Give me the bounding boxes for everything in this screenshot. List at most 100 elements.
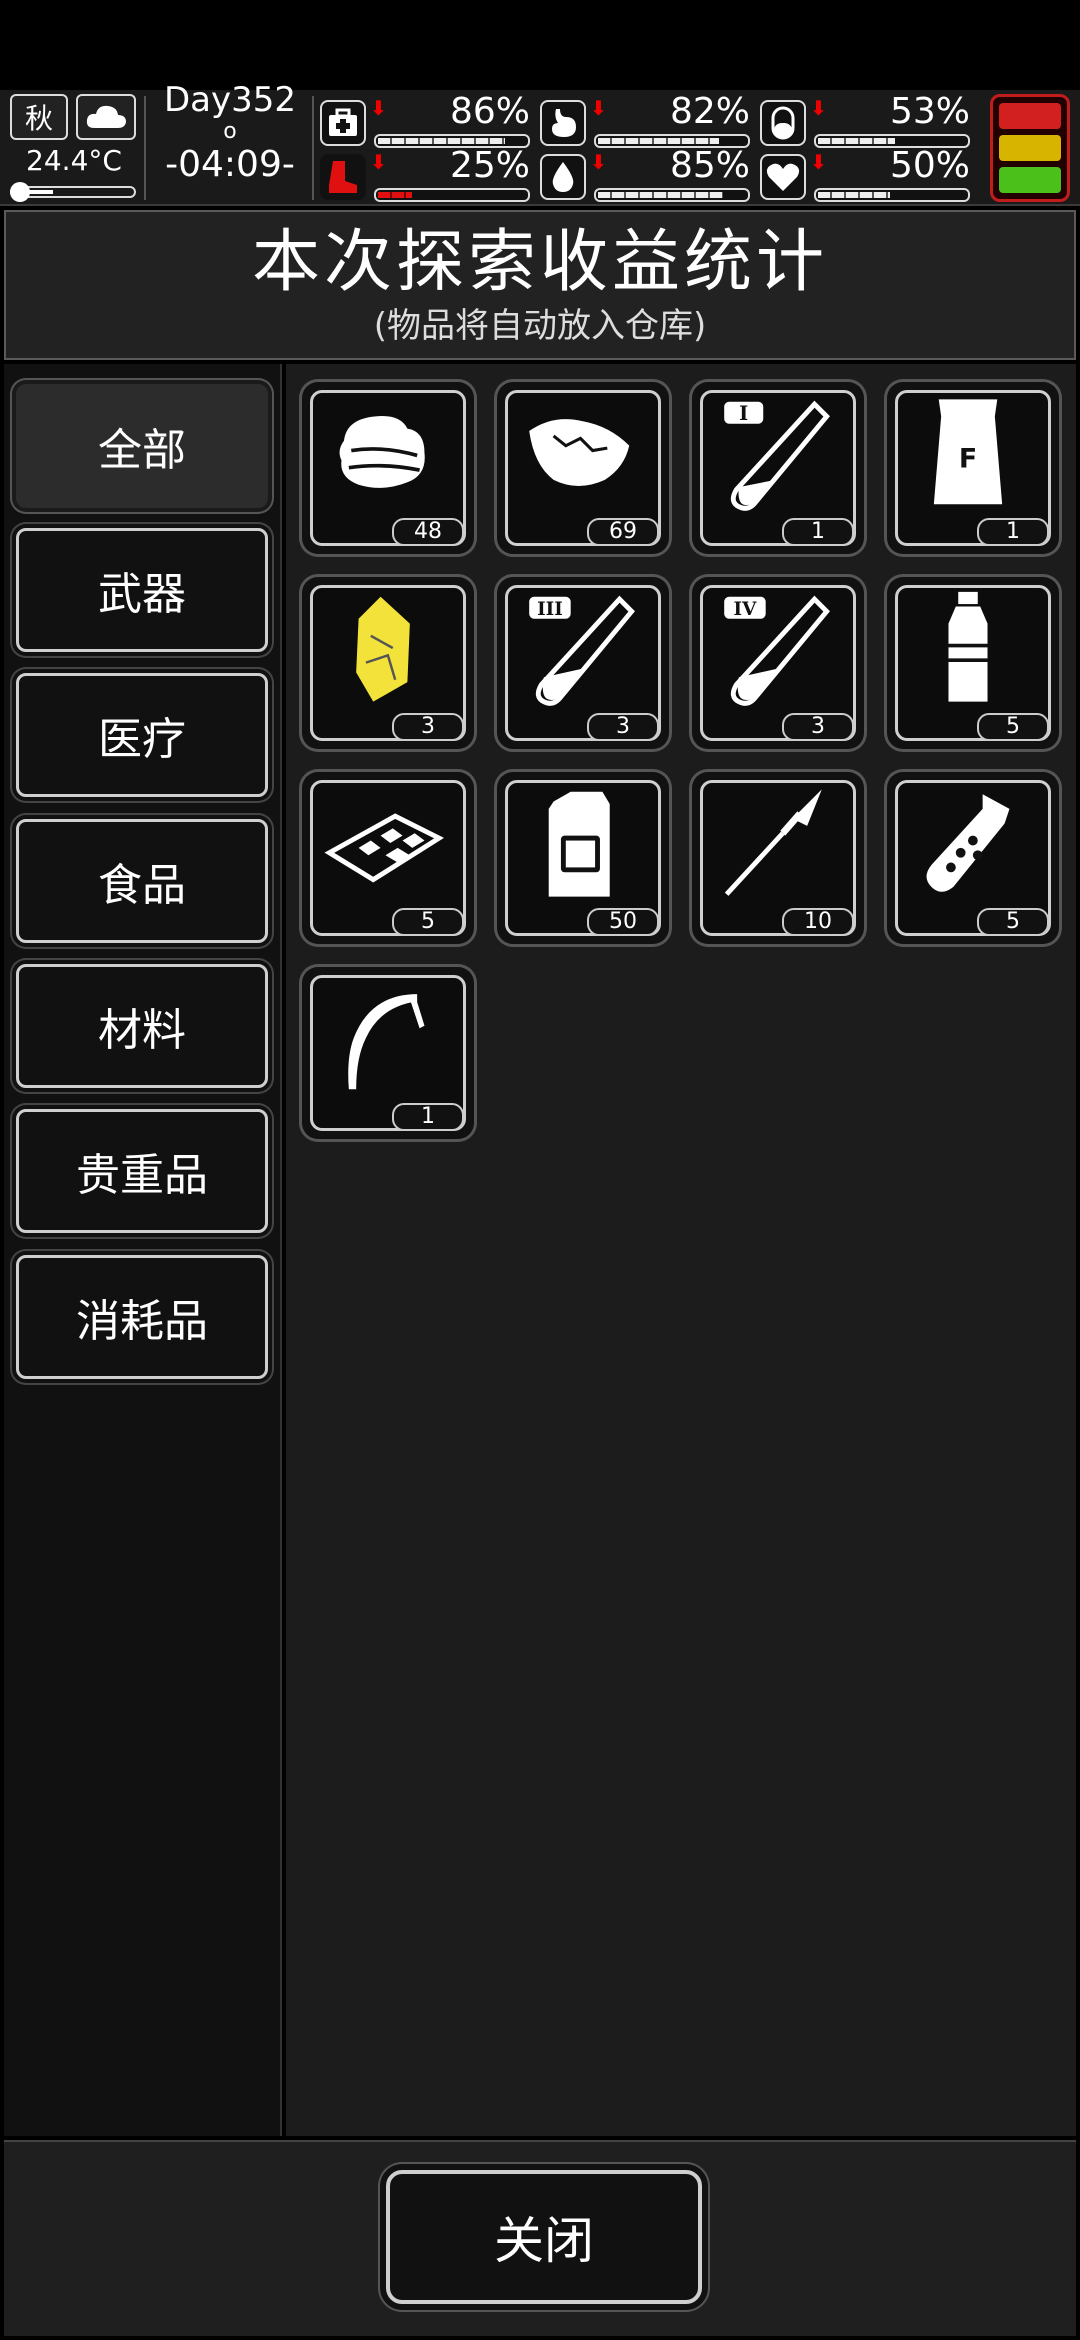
item-count: 5 [977,908,1049,936]
close-button-label: 关闭 [494,2212,594,2270]
item-slot-potion-iv[interactable]: IV 3 [692,577,864,749]
item-slot-spear[interactable]: 10 [692,772,864,944]
test-tube-i-icon: I [724,400,830,511]
item-count: 5 [977,713,1049,741]
item-slot-cloth[interactable]: 48 [302,382,474,554]
health-value: 86% [449,91,530,132]
battery-indicator [990,94,1070,202]
health-bar-fill [378,138,505,144]
fertilizer-bag-icon: F [933,399,1003,505]
footer-bar: 关闭 [4,2140,1076,2336]
stomach-icon [540,100,586,146]
mood-value: 50% [889,145,970,186]
stat-stamina: ⬇ 25% [320,146,530,202]
close-button[interactable]: 关闭 [386,2170,702,2304]
mood-bar-fill [818,192,890,198]
trend-down-icon: ⬇ [370,150,387,174]
water-bottle-icon [948,591,988,702]
category-label: 材料 [98,1005,186,1056]
hunger-value: 82% [669,91,750,132]
medkit-icon [320,100,366,146]
item-count: 69 [587,518,659,546]
item-count: 10 [782,908,854,936]
trend-down-icon: ⬇ [590,150,607,174]
day-counter: Day352 [163,80,297,120]
test-tube-iv-icon: IV [724,595,830,706]
category-label: 武器 [98,569,186,620]
energy-bar-fill [818,138,895,144]
trend-down-icon: ⬇ [810,96,827,120]
temperature-gauge [10,182,136,202]
svg-text:III: III [537,599,563,620]
game-clock: -04:09- [165,144,295,185]
item-slot-sickle[interactable]: 1 [302,967,474,1139]
item-slot-fuel-canister[interactable]: 50 [497,772,669,944]
stat-health: ⬇ 86% [320,92,530,148]
sun-position-marker: o [223,119,237,144]
season-label: 秋 [24,102,53,135]
heart-icon [760,154,806,200]
item-slot-gold-ore[interactable]: 3 [302,577,474,749]
svg-text:F: F [959,444,977,475]
category-sidebar: 全部 武器 医疗 食品 材料 贵重品 消耗品 [4,364,282,2136]
item-count: 48 [392,518,464,546]
status-bar: 秋 24.4°C Day352 o -04:09- ⬇ 86% ⬇ 82% ⬇ … [0,80,1080,206]
svg-text:IV: IV [734,599,758,620]
item-slot-scrap-tray[interactable]: 5 [302,772,474,944]
fuel-canister-icon [548,791,610,897]
stamina-bar-fill [378,192,412,198]
trend-down-icon: ⬇ [370,96,387,120]
boot-icon [320,154,366,200]
stamina-value: 25% [449,145,530,186]
item-slot-potion-i[interactable]: I 1 [692,382,864,554]
stat-mood: ⬇ 50% [760,146,970,202]
spear-icon [724,789,822,896]
item-slot-water-bottle[interactable]: 5 [887,577,1059,749]
trend-down-icon: ⬇ [810,150,827,174]
item-slot-potion-iii[interactable]: III 3 [497,577,669,749]
stat-hunger: ⬇ 82% [540,92,750,148]
pill-icon [760,100,806,146]
page-title: 本次探索收益统计 [251,223,828,302]
svg-text:I: I [739,402,748,425]
scrap-tray-icon [324,813,444,883]
leather-scrap-icon [529,419,630,486]
category-consumables-tab[interactable]: 消耗品 [16,1255,268,1379]
day-clock: Day352 o -04:09- [150,80,310,186]
cloth-icon [339,416,425,488]
category-weapons-tab[interactable]: 武器 [16,528,268,652]
item-grid: 48 69 I 1 F 1 3 III 3 IV 3 5 5 50 10 5 1 [286,364,1076,2136]
category-materials-tab[interactable]: 材料 [16,964,268,1088]
item-slot-leather[interactable]: 69 [497,382,669,554]
battery-cell-red [999,103,1061,129]
item-count: 1 [392,1103,464,1131]
category-label: 食品 [98,860,186,911]
item-count: 5 [392,908,464,936]
item-count: 3 [587,713,659,741]
item-slot-fertilizer[interactable]: F 1 [887,382,1059,554]
water-drop-icon [540,154,586,200]
energy-value: 53% [889,91,970,132]
test-tube-iii-icon: III [529,595,635,706]
battery-cell-green [999,167,1061,193]
category-medical-tab[interactable]: 医疗 [16,673,268,797]
item-count: 1 [782,518,854,546]
category-label: 贵重品 [76,1150,208,1201]
item-count: 3 [782,713,854,741]
item-count: 50 [587,908,659,936]
temperature-readout: 24.4°C [26,144,122,177]
grenade-icon [926,794,1010,892]
thirst-value: 85% [669,145,750,186]
stat-thirst: ⬇ 85% [540,146,750,202]
sickle-icon [348,994,425,1090]
category-all-tab[interactable]: 全部 [16,384,268,508]
season-indicator: 秋 [10,94,68,140]
trend-down-icon: ⬇ [590,96,607,120]
item-count: 1 [977,518,1049,546]
category-food-tab[interactable]: 食品 [16,819,268,943]
gold-ore-icon [356,596,410,702]
category-valuables-tab[interactable]: 贵重品 [16,1109,268,1233]
item-slot-grenade[interactable]: 5 [887,772,1059,944]
hunger-bar-fill [598,138,719,144]
thirst-bar-fill [598,192,724,198]
